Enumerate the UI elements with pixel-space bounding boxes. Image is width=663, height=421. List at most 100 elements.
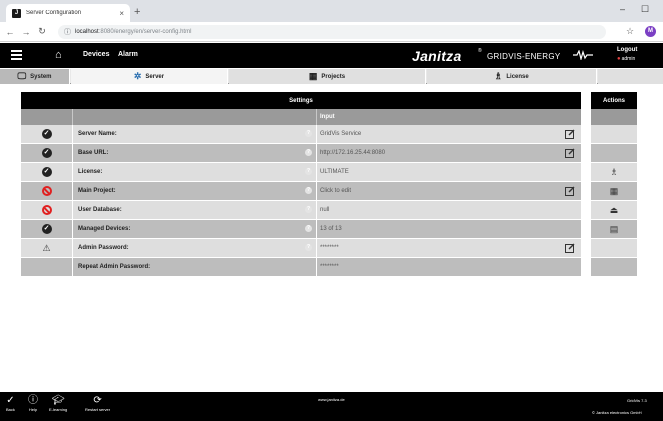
reload-icon[interactable]: ↻ [36, 26, 48, 37]
help-icon[interactable]: ? [305, 206, 312, 213]
status-cell: ✓ [21, 220, 73, 238]
info-icon[interactable]: ⓘ [64, 27, 71, 37]
tab-license[interactable]: ♗ License [427, 69, 597, 84]
projects-icon[interactable]: ▦ [610, 186, 619, 197]
setting-label-text: User Database: [78, 207, 122, 213]
bookmark-star-icon[interactable]: ☆ [626, 26, 634, 37]
website-link[interactable]: www.janitza.de [318, 397, 345, 402]
tab-close-icon[interactable]: × [119, 9, 124, 18]
config-tabs: 🖵 System ✲ Server ▦ Projects ♗ License [0, 69, 663, 84]
tab-projects[interactable]: ▦ Projects [229, 69, 426, 84]
table-row: ✓ Base URL:? http://172.16.25.44:8080 [21, 144, 581, 163]
setting-value: GridVis Service [320, 131, 362, 137]
setting-value: null [320, 207, 330, 213]
projects-icon: ▦ [308, 71, 318, 81]
setting-label-text: Base URL: [78, 150, 109, 156]
copyright-label: © Janitza electronics GmbH [592, 410, 642, 415]
setting-value-cell[interactable]: Click to edit [317, 182, 581, 200]
menu-alarm[interactable]: Alarm [118, 51, 138, 58]
settings-column-header: Input [21, 109, 581, 125]
tab-system[interactable]: 🖵 System [0, 69, 70, 84]
action-row [591, 258, 637, 277]
status-cell [21, 201, 73, 219]
back-arrow-icon[interactable]: ← [4, 27, 16, 37]
help-icon[interactable]: ? [305, 168, 312, 175]
setting-value-cell: 13 of 13 [317, 220, 581, 238]
app-header: ⌂ Devices Alarm Janitza ® GRIDVIS-ENERGY… [0, 43, 663, 68]
upload-icon[interactable]: ⏏ [610, 205, 619, 216]
edit-icon[interactable] [565, 186, 575, 196]
setting-label: Base URL:? [73, 144, 317, 162]
window-minimize-button[interactable]: – [620, 4, 625, 14]
forward-arrow-icon[interactable]: → [20, 27, 32, 37]
new-tab-button[interactable]: + [134, 6, 140, 18]
help-icon[interactable]: ? [305, 187, 312, 194]
restart-label: Restart server [85, 407, 111, 412]
menu-devices[interactable]: Devices [83, 51, 109, 58]
elearning-label: E-learning [49, 407, 68, 412]
license-icon: ♗ [494, 71, 503, 81]
setting-label-text: Main Project: [78, 188, 116, 194]
setting-value: 13 of 13 [320, 226, 342, 232]
logout-link[interactable]: Logout [617, 47, 637, 53]
help-icon[interactable]: ? [305, 149, 312, 156]
actions-panel: Actions ♗ ▦ ⏏ ▤ [591, 92, 637, 277]
browser-toolbar: ← → ↻ ⓘ localhost:8080/energy/en/server-… [0, 22, 663, 42]
browser-tab[interactable]: J Server Configuration × [6, 4, 130, 22]
setting-label: License:? [73, 163, 317, 181]
tab-server[interactable]: ✲ Server [71, 69, 228, 84]
table-row: Repeat Admin Password: ******** [21, 258, 581, 277]
status-ok-icon: ✓ [41, 224, 52, 234]
status-cell [21, 258, 73, 276]
help-icon[interactable]: ? [305, 225, 312, 232]
setting-value-cell[interactable]: ******** [317, 239, 581, 257]
actions-title: Actions [591, 92, 637, 109]
action-row[interactable]: ♗ [591, 163, 637, 182]
address-bar[interactable]: ⓘ localhost:8080/energy/en/server-config… [58, 25, 606, 39]
status-cell: ⚠ [21, 239, 73, 257]
help-icon[interactable]: ? [305, 244, 312, 251]
edit-icon[interactable] [565, 129, 575, 139]
home-icon[interactable]: ⌂ [55, 49, 62, 61]
setting-label: Server Name:? [73, 125, 317, 143]
back-button[interactable]: ✓ Back [6, 395, 15, 412]
setting-label: Admin Password:? [73, 239, 317, 257]
setting-label: Repeat Admin Password: [73, 258, 317, 276]
table-row: ✓ Server Name:? GridVis Service [21, 125, 581, 144]
setting-value: http://172.16.25.44:8080 [320, 150, 386, 156]
app-footer: ✓ Back ⓘ Help 🎓︎ E-learning ⟳ Restart se… [0, 392, 663, 421]
devices-icon[interactable]: ▤ [610, 224, 619, 235]
window-maximize-button[interactable]: ☐ [641, 4, 649, 15]
profile-avatar[interactable]: M [645, 26, 656, 37]
help-circle-icon: ⓘ [28, 395, 38, 406]
elearning-button[interactable]: 🎓︎ E-learning [49, 395, 67, 412]
license-icon[interactable]: ♗ [610, 167, 618, 178]
table-row: ⚠ Admin Password:? ******** [21, 239, 581, 258]
status-ok-icon: ✓ [41, 129, 52, 139]
restart-server-button[interactable]: ⟳ Restart server [85, 395, 110, 412]
edit-icon[interactable] [565, 148, 575, 158]
action-row[interactable]: ⏏ [591, 201, 637, 220]
gear-icon: ✲ [133, 71, 142, 81]
setting-value-cell: ******** [317, 258, 581, 276]
edit-icon[interactable] [565, 243, 575, 253]
help-icon[interactable]: ? [305, 130, 312, 137]
action-row [591, 125, 637, 144]
setting-value-cell[interactable]: http://172.16.25.44:8080 [317, 144, 581, 162]
energy-wave-icon [573, 50, 593, 60]
hamburger-menu-icon[interactable] [11, 50, 22, 60]
help-button[interactable]: ⓘ Help [28, 395, 38, 412]
action-row[interactable]: ▦ [591, 182, 637, 201]
setting-label: Managed Devices:? [73, 220, 317, 238]
setting-value: Click to edit [320, 188, 352, 194]
table-row: User Database:? null [21, 201, 581, 220]
actions-column-header [591, 109, 637, 125]
action-row [591, 239, 637, 258]
user-name: admin [621, 56, 636, 62]
help-label: Help [28, 407, 38, 412]
action-row[interactable]: ▤ [591, 220, 637, 239]
setting-value: ULTIMATE [320, 169, 349, 175]
monitor-icon: 🖵 [17, 71, 27, 81]
setting-value-cell[interactable]: GridVis Service [317, 125, 581, 143]
status-ok-icon: ✓ [41, 167, 52, 177]
